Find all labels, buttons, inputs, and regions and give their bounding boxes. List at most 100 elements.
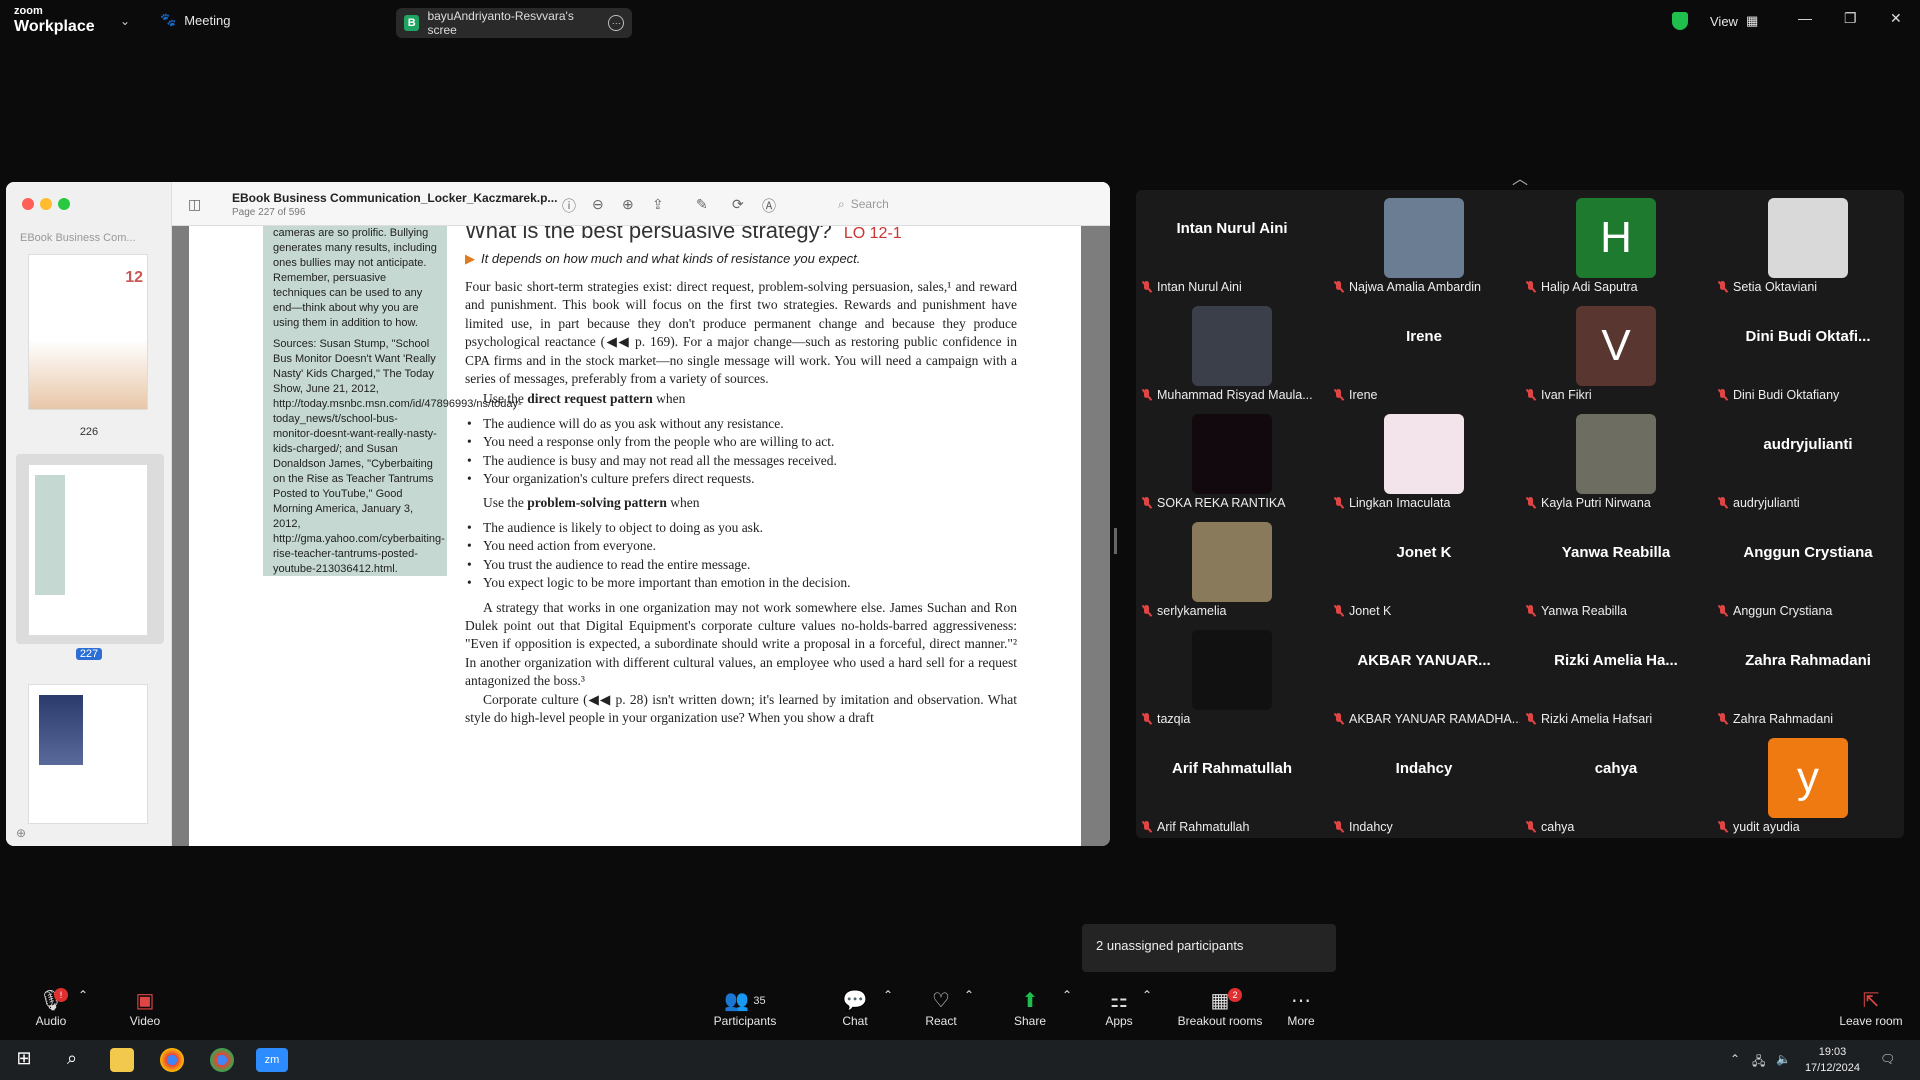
zoom-workplace-logo[interactable]: zoom Workplace bbox=[14, 6, 95, 35]
participant-name: Halip Adi Saputra bbox=[1541, 280, 1638, 294]
direct-request-list: The audience will do as you ask without … bbox=[465, 415, 1017, 489]
zoom-dot-icon[interactable] bbox=[58, 198, 70, 210]
list-item: You need action from everyone. bbox=[465, 537, 1017, 556]
list-item: The audience will do as you ask without … bbox=[465, 415, 1017, 434]
zoom-taskbar-icon[interactable]: zm bbox=[256, 1048, 288, 1072]
restore-icon[interactable]: ❐ bbox=[1844, 10, 1857, 27]
participant-tile[interactable]: Dini Budi Oktafi... Dini Budi Oktafiany bbox=[1712, 298, 1904, 406]
search-field[interactable]: ⌕ Search bbox=[832, 192, 1092, 216]
breakout-badge: 2 bbox=[1228, 988, 1242, 1002]
participant-name: Ivan Fikri bbox=[1541, 388, 1592, 402]
thumbnail-label-selected: 227 bbox=[6, 648, 172, 660]
search-icon[interactable]: ⌕ bbox=[60, 1048, 84, 1072]
paw-icon: 🐾 bbox=[160, 12, 177, 27]
heading-text: What is the best persuasive strategy? bbox=[465, 226, 832, 243]
meeting-menu-button[interactable]: 🐾 Meeting bbox=[160, 12, 230, 28]
participant-tile[interactable]: cahya cahya bbox=[1520, 730, 1712, 838]
pdf-page[interactable]: cameras are so prolific. Bullying genera… bbox=[189, 226, 1081, 846]
resize-handle[interactable] bbox=[1114, 528, 1117, 554]
participant-tile[interactable]: Irene Irene bbox=[1328, 298, 1520, 406]
encryption-shield-icon[interactable] bbox=[1672, 12, 1688, 30]
participant-tile[interactable]: Arif Rahmatullah Arif Rahmatullah bbox=[1136, 730, 1328, 838]
zoom-in-icon[interactable]: ⊕ bbox=[622, 196, 634, 213]
list-item: You trust the audience to read the entir… bbox=[465, 556, 1017, 575]
minimize-icon[interactable]: — bbox=[1798, 10, 1812, 26]
share-icon[interactable]: ⇪ bbox=[652, 196, 664, 213]
lead-bold: direct request pattern bbox=[527, 391, 653, 407]
page-thumbnail[interactable] bbox=[28, 684, 148, 824]
sidebar-toggle-icon[interactable]: ◫ bbox=[188, 196, 201, 213]
participant-tile[interactable]: Zahra Rahmadani Zahra Rahmadani bbox=[1712, 622, 1904, 730]
participant-tile[interactable]: Setia Oktaviani bbox=[1712, 190, 1904, 298]
windows-start-icon[interactable]: ⊞ bbox=[12, 1048, 36, 1072]
minimize-dot-icon[interactable] bbox=[40, 198, 52, 210]
volume-icon[interactable]: 🔈 bbox=[1776, 1052, 1791, 1066]
participant-tile[interactable]: audryjulianti audryjulianti bbox=[1712, 406, 1904, 514]
system-clock[interactable]: 19:03 17/12/2024 bbox=[1805, 1044, 1860, 1076]
participant-tile[interactable]: Lingkan Imaculata bbox=[1328, 406, 1520, 514]
participant-name: Anggun Crystiana bbox=[1733, 604, 1833, 618]
participant-tile[interactable]: V Ivan Fikri bbox=[1520, 298, 1712, 406]
thumbnail-label-selected-text: 227 bbox=[75, 648, 103, 660]
annotate-icon[interactable]: Ⓐ bbox=[762, 196, 776, 216]
more-icon: ⋯ bbox=[1291, 990, 1311, 1012]
screen-share-indicator[interactable]: B bayuAndriyanto-Resvvara's scree ··· bbox=[396, 8, 632, 38]
chat-label: Chat bbox=[842, 1014, 868, 1028]
participant-display-name: AKBAR YANUAR... bbox=[1357, 652, 1491, 669]
view-button[interactable]: View ▦ bbox=[1710, 13, 1758, 29]
participants-button[interactable]: 👥 35 Participants bbox=[700, 988, 790, 1028]
chevron-down-icon[interactable]: ⌄ bbox=[120, 14, 130, 28]
file-explorer-icon[interactable] bbox=[110, 1048, 134, 1072]
section-heading: What is the best persuasive strategy? LO … bbox=[465, 226, 902, 244]
participant-tile[interactable]: Kayla Putri Nirwana bbox=[1520, 406, 1712, 514]
page-thumbnail[interactable]: 12 bbox=[28, 254, 148, 410]
chrome-profile-icon[interactable] bbox=[210, 1048, 234, 1072]
participant-display-name: Dini Budi Oktafi... bbox=[1745, 328, 1871, 345]
close-icon[interactable]: ✕ bbox=[1890, 10, 1902, 27]
info-icon[interactable]: ⓘ bbox=[562, 196, 576, 216]
participant-display-name: Yanwa Reabilla bbox=[1561, 544, 1671, 561]
participant-tile[interactable]: Indahcy Indahcy bbox=[1328, 730, 1520, 838]
mic-muted-icon bbox=[1334, 281, 1343, 293]
participant-tile[interactable]: Jonet K Jonet K bbox=[1328, 514, 1520, 622]
participant-tile[interactable]: Muhammad Risyad Maula... bbox=[1136, 298, 1328, 406]
meeting-toolbar: 🎙 Audio ! ⌃ ▣ Video 👥 35 Participants 💬 C… bbox=[0, 980, 1920, 1040]
participant-tile[interactable]: y yudit ayudia bbox=[1712, 730, 1904, 838]
add-icon[interactable]: ⊕ bbox=[16, 826, 26, 840]
zoom-out-icon[interactable]: ⊖ bbox=[592, 196, 604, 213]
participant-tile[interactable]: AKBAR YANUAR... AKBAR YANUAR RAMADHA... bbox=[1328, 622, 1520, 730]
chevron-up-icon[interactable]: ︿ bbox=[1512, 165, 1528, 189]
participant-tile[interactable]: SOKA REKA RANTIKA bbox=[1136, 406, 1328, 514]
participant-tile[interactable]: serlykamelia bbox=[1136, 514, 1328, 622]
participant-tile[interactable]: Intan Nurul Aini Intan Nurul Aini bbox=[1136, 190, 1328, 298]
mic-muted-icon bbox=[1526, 713, 1535, 725]
rotate-icon[interactable]: ⟳ bbox=[732, 196, 744, 213]
paragraph: Corporate culture (◀◀ p. 28) isn't writt… bbox=[465, 691, 1017, 725]
lead-text: when bbox=[652, 391, 686, 407]
participant-tile[interactable]: Najwa Amalia Ambardin bbox=[1328, 190, 1520, 298]
participant-tile[interactable]: Anggun Crystiana Anggun Crystiana bbox=[1712, 514, 1904, 622]
more-options-icon[interactable]: ··· bbox=[608, 15, 624, 31]
lead-text: Use the bbox=[483, 391, 528, 407]
more-button[interactable]: ⋯ More bbox=[1256, 988, 1346, 1028]
leave-room-button[interactable]: ⇱ Leave room bbox=[1826, 988, 1916, 1028]
participant-display-name: Irene bbox=[1406, 328, 1442, 345]
participant-name: AKBAR YANUAR RAMADHA... bbox=[1349, 712, 1520, 726]
participant-tile[interactable]: H Halip Adi Saputra bbox=[1520, 190, 1712, 298]
video-button[interactable]: ▣ Video bbox=[100, 988, 190, 1028]
participant-tile[interactable]: Yanwa Reabilla Yanwa Reabilla bbox=[1520, 514, 1712, 622]
participant-name-bar: Zahra Rahmadani bbox=[1718, 712, 1904, 726]
markup-icon[interactable]: ✎ bbox=[696, 196, 708, 213]
participant-tile[interactable]: Rizki Amelia Ha... Rizki Amelia Hafsari bbox=[1520, 622, 1712, 730]
unassigned-participants-popup[interactable]: 2 unassigned participants bbox=[1082, 924, 1336, 972]
mic-muted-icon bbox=[1334, 389, 1343, 401]
participant-tile[interactable]: tazqia bbox=[1136, 622, 1328, 730]
page-thumbnail-selected[interactable] bbox=[28, 464, 148, 636]
notification-icon[interactable]: 🗨 bbox=[1880, 1052, 1895, 1066]
mic-muted-icon bbox=[1142, 605, 1151, 617]
network-icon[interactable]: 🖧 bbox=[1752, 1052, 1765, 1073]
tray-chevron-icon[interactable]: ⌃ bbox=[1730, 1052, 1740, 1066]
participant-name: Irene bbox=[1349, 388, 1378, 402]
close-dot-icon[interactable] bbox=[22, 198, 34, 210]
chrome-icon[interactable] bbox=[160, 1048, 184, 1072]
